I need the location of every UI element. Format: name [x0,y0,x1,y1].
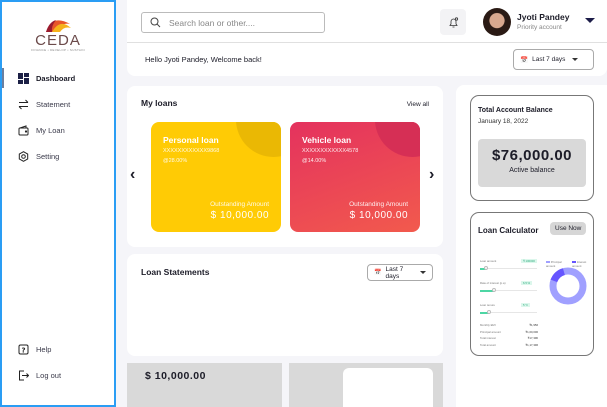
chevron-down-icon [572,58,579,61]
result-value: ₹1,00,000 [525,329,538,334]
user-name: Jyoti Pandey [517,12,570,22]
ceda-logo: CEDA FINANCE • DEVELOP • SUSTAIN [28,14,88,54]
outstanding-amount: $ 10,000.00 [210,210,269,221]
outstanding-amount: $ 10,000.00 [349,210,408,221]
calendar-icon: 📅 [520,56,529,64]
input-value[interactable]: 6.5 % [521,281,533,285]
section-title: My loans [141,98,178,108]
calculator-title: Loan Calculator [478,226,539,235]
loan-rate: @14.00% [302,158,327,164]
help-icon: ? [18,344,29,355]
outstanding-label: Outstanding Amount [210,201,269,208]
logo-word: CEDA [35,32,81,49]
input-value[interactable]: ₹ 100000 [521,259,537,263]
balance-card: Total Account Balance January 18, 2022 $… [470,95,594,201]
bell-icon [448,16,458,27]
sidebar-item-label: Dashboard [36,74,76,83]
input-slider[interactable] [480,288,537,292]
result-label: Monthly EMI [480,323,496,327]
input-value[interactable]: 5 Yr [521,303,531,307]
amount-box: $ 10,000.00 [127,363,282,407]
grid-icon [18,73,29,84]
result-label: Principal amount [480,329,501,334]
input-slider[interactable] [480,310,537,314]
search-icon [150,17,161,28]
loan-card-personal[interactable]: Personal loan XXXXXXXXXXXX9868 @28.00% O… [151,122,281,232]
sidebar-item-label: My Loan [36,126,65,135]
notification-button[interactable] [440,9,466,35]
avatar[interactable] [483,8,511,36]
date-range-label: Last 7 days [385,265,404,280]
input-label: Rate of interest (p.a) [480,281,506,285]
sidebar-item-setting[interactable]: Setting [18,151,59,162]
sidebar: CEDA FINANCE • DEVELOP • SUSTAIN Dashboa… [0,0,116,407]
loan-title: Vehicle loan [302,135,352,145]
logout-icon [19,370,29,381]
loan-number: XXXXXXXXXXXX9868 [163,148,220,154]
loan-statements-card: Loan Statements 📅 Last 7 days [127,254,443,356]
sidebar-item-dashboard[interactable]: Dashboard [18,73,75,84]
use-now-button[interactable]: Use Now [550,222,587,235]
logo-tagline: FINANCE • DEVELOP • SUSTAIN [31,48,85,52]
date-range-label: Last 7 days [532,56,566,63]
input-label: Loan amount [480,259,497,263]
section-title: Loan Statements [141,267,210,277]
inner-panel [343,368,433,407]
balance-amount: $76,000.00 [491,147,573,164]
sidebar-item-my-loan[interactable]: My Loan [18,125,65,136]
next-arrow-icon[interactable]: › [429,166,434,184]
loan-rate: @28.00% [163,158,188,164]
balance-date: January 18, 2022 [478,118,529,125]
search-placeholder: Search loan or other.... [169,17,255,28]
divider [127,42,607,43]
svg-text:?: ? [21,346,25,354]
chevron-down-icon [420,271,426,274]
balance-title: Total Account Balance [478,107,553,114]
input-label: Loan tenure [480,303,495,307]
loan-calculator-card: Loan Calculator Use Now Loan amount ₹ 10… [470,212,594,356]
loan-number: XXXXXXXXXXXX4578 [302,148,359,154]
statement-range-dropdown[interactable]: 📅 Last 7 days [367,264,433,281]
result-value: ₹1,956 [529,323,538,327]
sidebar-item-label: Log out [36,371,62,380]
view-all-link[interactable]: View all [407,101,429,108]
search-input[interactable]: Search loan or other.... [141,12,325,33]
gear-icon [18,151,29,162]
placeholder-box [289,363,443,407]
loan-card-vehicle[interactable]: Vehicle loan XXXXXXXXXXXX4578 @14.00% Ou… [290,122,420,232]
sidebar-item-help[interactable]: ? Help [18,344,51,355]
result-label: Total interest [480,336,496,340]
balance-label: Active balance [509,167,555,174]
sidebar-item-label: Setting [36,152,60,161]
sidebar-item-label: Statement [36,100,71,109]
calendar-icon: 📅 [374,270,382,276]
transfer-icon [18,99,29,110]
amount-value: $ 10,000.00 [145,370,206,382]
outstanding-label: Outstanding Amount [349,201,408,208]
result-value: ₹1,17,396 [525,342,538,347]
loan-title: Personal loan [163,135,219,145]
my-loans-card: My loans View all ‹ › Personal loan XXXX… [127,86,443,247]
prev-arrow-icon[interactable]: ‹ [130,166,135,184]
header: Search loan or other.... Jyoti Pandey Pr… [127,0,607,76]
result-label: Total amount [480,342,497,347]
active-indicator [2,68,4,88]
sidebar-item-label: Help [36,345,52,354]
user-menu-caret-icon[interactable] [585,18,595,23]
sidebar-item-logout[interactable]: Log out [18,370,61,381]
wallet-icon [18,125,29,136]
welcome-message: Hello Jyoti Pandey, Welcome back! [145,55,262,64]
date-range-dropdown[interactable]: 📅 Last 7 days [513,49,594,70]
sidebar-item-statement[interactable]: Statement [18,99,70,110]
right-panel: Total Account Balance January 18, 2022 $… [456,85,607,407]
donut-chart [549,267,587,305]
input-slider[interactable] [480,266,537,270]
active-balance-box: $76,000.00 Active balance [478,139,586,187]
account-type: Priority account [517,24,562,31]
result-value: ₹17,396 [527,336,538,340]
